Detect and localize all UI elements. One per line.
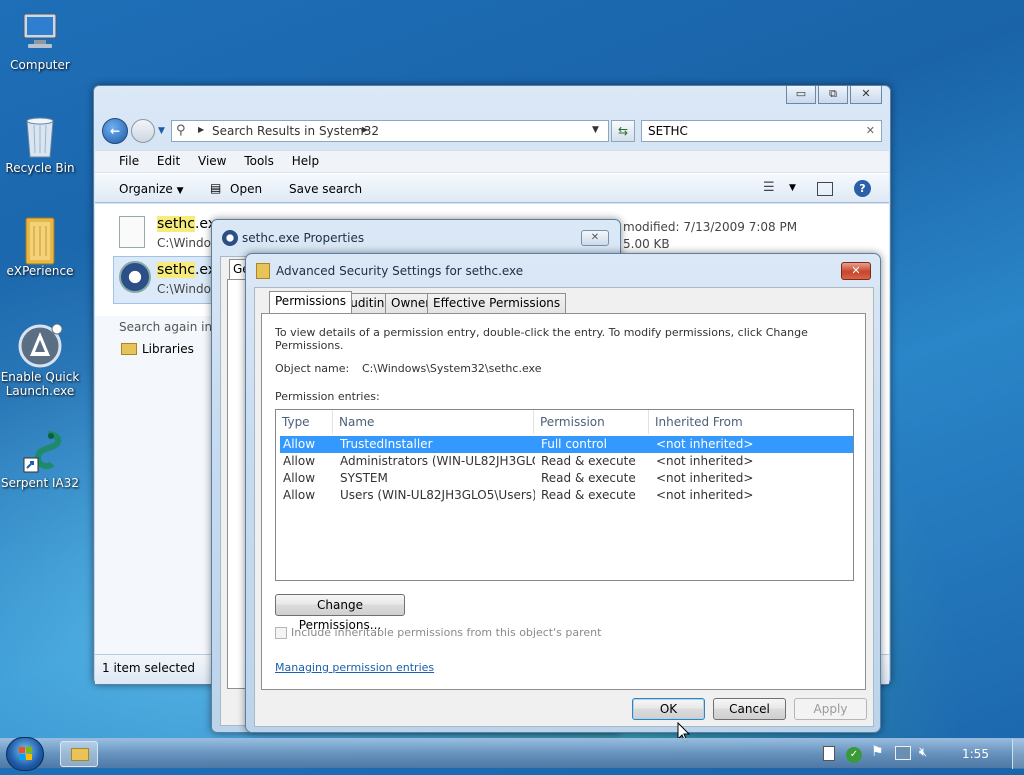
action-center-flag-icon[interactable]: ⚑ xyxy=(871,744,884,760)
close-button[interactable]: ✕ xyxy=(841,262,871,280)
recycle-bin-icon xyxy=(18,113,62,158)
column-header-permission[interactable]: Permission xyxy=(534,410,649,434)
desktop-icon-label: Computer xyxy=(10,58,70,72)
libraries-link[interactable]: Libraries xyxy=(142,342,194,356)
search-box[interactable]: SETHC ✕ xyxy=(641,120,882,142)
serpent-icon xyxy=(18,428,62,473)
views-icon[interactable]: ☰ xyxy=(763,180,775,195)
show-desktop-button[interactable] xyxy=(1012,739,1024,769)
modified-date: modified: 7/13/2009 7:08 PM xyxy=(623,220,798,234)
include-inheritable-label: Include inheritable permissions from thi… xyxy=(291,626,602,639)
managing-permissions-link[interactable]: Managing permission entries xyxy=(275,661,434,674)
menu-edit[interactable]: Edit xyxy=(157,154,180,168)
table-row[interactable]: Allow Administrators (WIN-UL82JH3GLO5\..… xyxy=(280,453,853,470)
taskbar-explorer-button[interactable] xyxy=(60,741,98,767)
help-icon[interactable]: ? xyxy=(854,180,871,197)
search-again-panel xyxy=(95,316,215,654)
computer-icon xyxy=(18,10,62,54)
breadcrumb-chevron-icon[interactable]: ▶ xyxy=(362,125,368,134)
dialog-title: Advanced Security Settings for sethc.exe xyxy=(276,264,524,278)
tab-effective-permissions[interactable]: Effective Permissions xyxy=(427,293,567,313)
table-row[interactable]: Allow SYSTEM Read & execute <not inherit… xyxy=(280,470,853,487)
app-icon xyxy=(222,230,238,246)
clock[interactable]: 1:55 xyxy=(962,747,989,761)
start-button[interactable] xyxy=(6,737,44,771)
address-dropdown-icon[interactable]: ▼ xyxy=(592,125,599,135)
column-header-name[interactable]: Name xyxy=(333,410,534,434)
menu-help[interactable]: Help xyxy=(292,154,319,168)
clear-search-icon[interactable]: ✕ xyxy=(866,124,875,137)
file-icon xyxy=(119,216,145,248)
close-button[interactable]: ✕ xyxy=(581,230,609,246)
desktop-icon-label: Enable Quick Launch.exe xyxy=(0,370,80,398)
forward-button[interactable] xyxy=(131,119,155,143)
dialog-body: Permissions Auditing Owner Effective Per… xyxy=(254,287,874,727)
desktop-icon-computer[interactable]: Computer xyxy=(0,10,80,72)
desktop-icon-serpent[interactable]: Serpent IA32 xyxy=(0,428,80,490)
address-bar[interactable]: ⚲ ▶ Search Results in System32 ▶ ▼ xyxy=(171,120,609,142)
back-button[interactable]: ← xyxy=(102,118,128,144)
close-button[interactable]: ✕ xyxy=(850,86,882,104)
organize-button[interactable]: Organize ▼ xyxy=(119,182,184,196)
menu-file[interactable]: File xyxy=(119,154,139,168)
table-row[interactable]: Allow Users (WIN-UL82JH3GLO5\Users) Read… xyxy=(280,487,853,504)
open-icon: ▤ xyxy=(210,181,222,195)
breadcrumb-path[interactable]: Search Results in System32 xyxy=(212,124,379,138)
permission-entries-label: Permission entries: xyxy=(275,390,380,403)
apply-button[interactable]: Apply xyxy=(794,698,867,720)
object-name-label: Object name: xyxy=(275,362,350,375)
column-header-type[interactable]: Type xyxy=(276,410,333,434)
table-row[interactable]: Allow TrustedInstaller Full control <not… xyxy=(280,436,853,453)
minimize-button[interactable]: ▭ xyxy=(786,86,816,104)
app-icon xyxy=(119,261,151,293)
desktop-icon-label: Serpent IA32 xyxy=(0,476,80,490)
menu-tools[interactable]: Tools xyxy=(244,154,274,168)
views-dropdown-icon[interactable]: ▼ xyxy=(789,183,796,193)
desktop-icon-recycle-bin[interactable]: Recycle Bin xyxy=(0,113,80,175)
object-name-value: C:\Windows\System32\sethc.exe xyxy=(362,362,542,375)
search-input[interactable]: SETHC xyxy=(648,124,688,138)
intro-text: To view details of a permission entry, d… xyxy=(275,326,808,352)
notepad-tray-icon[interactable] xyxy=(823,746,835,761)
ok-button[interactable]: OK xyxy=(632,698,705,720)
folder-icon xyxy=(256,263,270,279)
tab-permissions[interactable]: Permissions xyxy=(269,291,352,313)
desktop-icon-experience[interactable]: eXPerience xyxy=(0,216,80,278)
menu-bar: File Edit View Tools Help xyxy=(95,150,889,172)
advanced-security-dialog: Advanced Security Settings for sethc.exe… xyxy=(245,253,881,733)
save-search-button[interactable]: Save search xyxy=(289,182,362,196)
search-again-label: Search again in: xyxy=(119,320,217,334)
menu-view[interactable]: View xyxy=(198,154,226,168)
network-icon[interactable] xyxy=(895,746,911,760)
desktop-icon-label: Recycle Bin xyxy=(5,161,75,175)
include-inheritable-checkbox[interactable] xyxy=(275,627,287,639)
preview-pane-icon[interactable] xyxy=(817,182,833,196)
refresh-icon[interactable]: ⇆ xyxy=(611,120,635,142)
status-text: 1 item selected xyxy=(102,661,196,675)
search-icon: ⚲ xyxy=(176,123,186,138)
command-bar: Organize ▼ ▤ Open Save search ☰ ▼ ? xyxy=(95,173,889,203)
breadcrumb-chevron-icon[interactable]: ▶ xyxy=(198,125,204,134)
maximize-button[interactable]: ⧉ xyxy=(818,86,848,104)
folder-icon xyxy=(71,748,89,761)
dialog-title: sethc.exe Properties xyxy=(242,231,365,245)
taskbar: ✓ ⚑ 🔇︎ 1:55 xyxy=(0,737,1024,771)
volume-muted-icon[interactable]: 🔇︎ xyxy=(919,745,927,760)
open-button[interactable]: Open xyxy=(230,182,262,196)
cancel-button[interactable]: Cancel xyxy=(713,698,786,720)
app-icon xyxy=(18,322,63,368)
desktop-icon-quick-launch[interactable]: Enable Quick Launch.exe xyxy=(0,322,80,398)
file-size: 5.00 KB xyxy=(623,237,670,251)
change-permissions-button[interactable]: Change Permissions... xyxy=(275,594,405,632)
folder-icon xyxy=(18,216,62,265)
column-header-inherited-from[interactable]: Inherited From xyxy=(649,410,853,434)
permission-entries-list[interactable]: Type Name Permission Inherited From Allo… xyxy=(275,409,854,581)
recent-pages-chevron-icon[interactable]: ▼ xyxy=(158,126,165,136)
windows-logo-icon xyxy=(19,747,32,760)
desktop-icon-label: eXPerience xyxy=(6,264,74,278)
permissions-panel: To view details of a permission entry, d… xyxy=(261,313,866,690)
shield-check-icon[interactable]: ✓ xyxy=(846,747,862,763)
libraries-icon xyxy=(121,343,137,355)
